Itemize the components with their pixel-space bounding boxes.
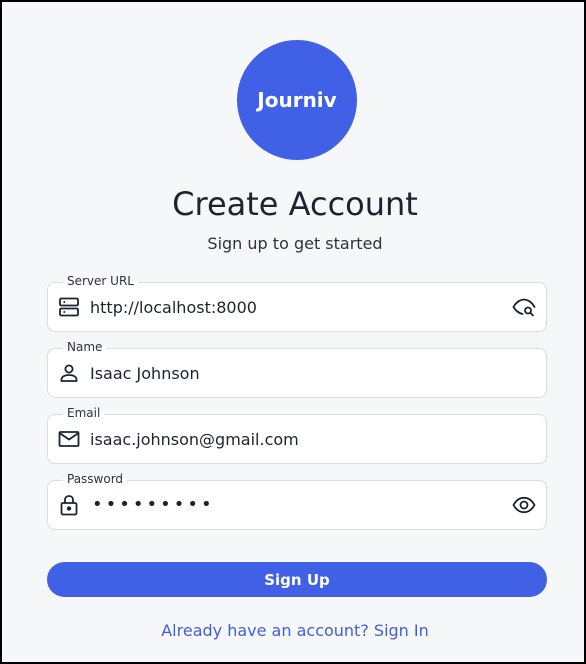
email-input[interactable] xyxy=(90,415,490,463)
password-input[interactable]: ••••••••• xyxy=(92,481,215,529)
password-field[interactable]: Password ••••••••• xyxy=(47,472,547,530)
signup-screen: Journiv Create Account Sign up to get st… xyxy=(0,0,586,664)
journiv-logo: Journiv xyxy=(237,40,357,160)
page-subtitle: Sign up to get started xyxy=(207,234,383,253)
eye-search-icon[interactable] xyxy=(512,295,536,319)
name-input[interactable] xyxy=(90,349,490,397)
email-field[interactable]: Email xyxy=(47,406,547,464)
name-field[interactable]: Name xyxy=(47,340,547,398)
person-icon xyxy=(57,361,81,385)
sign-in-prompt: Already have an account? Sign In xyxy=(2,621,586,640)
sign-in-link[interactable]: Already have an account? Sign In xyxy=(161,621,429,640)
lock-icon xyxy=(57,493,81,517)
mail-icon xyxy=(57,427,81,451)
eye-icon[interactable] xyxy=(512,493,536,517)
server-url-input[interactable] xyxy=(90,283,490,331)
sign-up-button[interactable]: Sign Up xyxy=(47,562,547,597)
logo-text: Journiv xyxy=(257,88,337,112)
page-title: Create Account xyxy=(172,185,418,223)
server-url-field[interactable]: Server URL xyxy=(47,274,547,332)
server-icon xyxy=(57,295,81,319)
